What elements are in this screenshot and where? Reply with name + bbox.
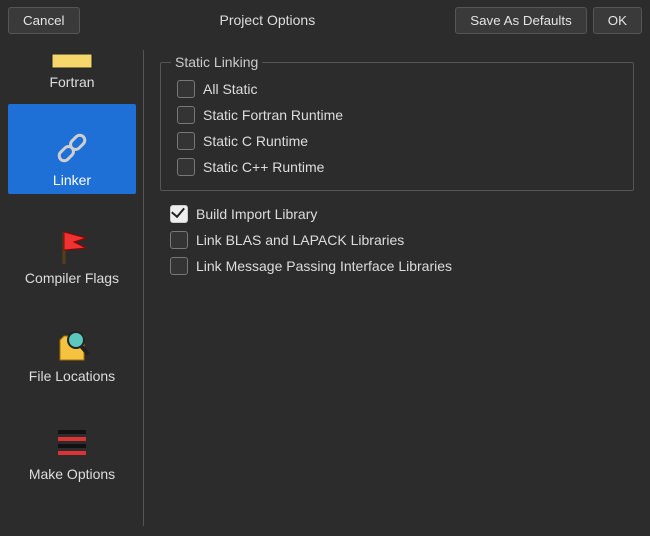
checkbox-label: Static C++ Runtime xyxy=(203,159,324,175)
titlebar: Cancel Project Options Save As Defaults … xyxy=(0,0,650,40)
sidebar-item-label: Fortran xyxy=(49,74,94,90)
window-title: Project Options xyxy=(86,12,450,28)
fortran-icon xyxy=(48,54,96,72)
ok-button[interactable]: OK xyxy=(593,7,642,34)
sidebar-item-label: Compiler Flags xyxy=(25,270,119,286)
dialog-body: Fortran Linker Compile xyxy=(0,40,650,536)
checkbox-link-mpi[interactable]: Link Message Passing Interface Libraries xyxy=(164,253,634,279)
cancel-button[interactable]: Cancel xyxy=(8,7,80,34)
sidebar-item-compiler-flags[interactable]: Compiler Flags xyxy=(8,202,136,292)
sidebar-item-make-options[interactable]: Make Options xyxy=(8,398,136,488)
search-icon xyxy=(48,322,96,366)
main-panel: Static Linking All Static Static Fortran… xyxy=(144,40,650,536)
checkbox-static-c-rt[interactable]: Static C Runtime xyxy=(171,128,623,154)
list-icon xyxy=(48,420,96,464)
other-options: Build Import Library Link BLAS and LAPAC… xyxy=(160,201,634,279)
sidebar-item-label: File Locations xyxy=(29,368,115,384)
checkbox-label: Link Message Passing Interface Libraries xyxy=(196,258,452,274)
link-icon xyxy=(48,126,96,170)
checkbox-box[interactable] xyxy=(177,80,195,98)
checkbox-box[interactable] xyxy=(170,205,188,223)
group-title: Static Linking xyxy=(171,54,262,70)
static-linking-group: Static Linking All Static Static Fortran… xyxy=(160,54,634,191)
checkbox-label: All Static xyxy=(203,81,257,97)
checkbox-link-blas-lapack[interactable]: Link BLAS and LAPACK Libraries xyxy=(164,227,634,253)
checkbox-box[interactable] xyxy=(177,106,195,124)
checkbox-box[interactable] xyxy=(170,231,188,249)
checkbox-label: Link BLAS and LAPACK Libraries xyxy=(196,232,404,248)
checkbox-box[interactable] xyxy=(170,257,188,275)
checkbox-label: Static C Runtime xyxy=(203,133,308,149)
checkbox-label: Build Import Library xyxy=(196,206,317,222)
checkbox-static-cpp-rt[interactable]: Static C++ Runtime xyxy=(171,154,623,180)
checkbox-box[interactable] xyxy=(177,158,195,176)
sidebar-item-file-locations[interactable]: File Locations xyxy=(8,300,136,390)
checkbox-all-static[interactable]: All Static xyxy=(171,76,623,102)
sidebar-item-linker[interactable]: Linker xyxy=(8,104,136,194)
flag-icon xyxy=(48,224,96,268)
checkbox-label: Static Fortran Runtime xyxy=(203,107,343,123)
checkbox-build-import-lib[interactable]: Build Import Library xyxy=(164,201,634,227)
sidebar-item-label: Linker xyxy=(53,172,91,188)
save-as-defaults-button[interactable]: Save As Defaults xyxy=(455,7,587,34)
checkbox-box[interactable] xyxy=(177,132,195,150)
sidebar: Fortran Linker Compile xyxy=(0,40,144,536)
sidebar-item-fortran[interactable]: Fortran xyxy=(8,42,136,96)
sidebar-item-label: Make Options xyxy=(29,466,115,482)
checkbox-static-fortran-rt[interactable]: Static Fortran Runtime xyxy=(171,102,623,128)
